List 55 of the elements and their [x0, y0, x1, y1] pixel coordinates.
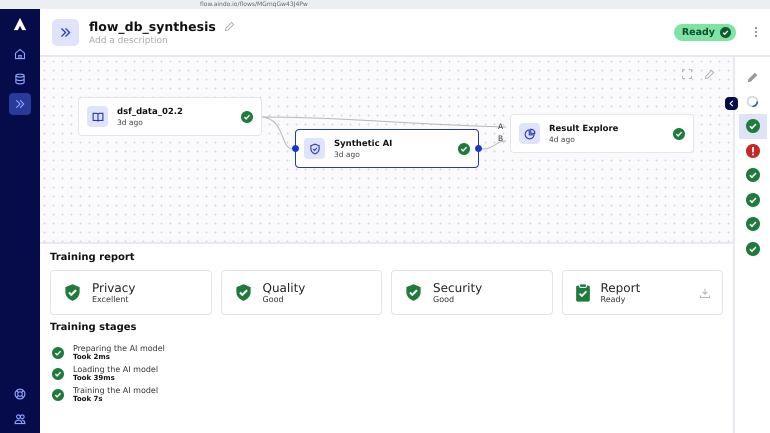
- success-icon: [52, 346, 64, 358]
- sidebar-item[interactable]: [9, 93, 31, 115]
- card-value: Good: [433, 295, 456, 304]
- success-icon: [746, 217, 760, 232]
- card-value: Ready: [600, 295, 626, 304]
- section-title: Training stages: [50, 322, 138, 333]
- more-options-icon[interactable]: [754, 26, 758, 38]
- success-icon: [458, 142, 470, 154]
- app-logo-icon: [13, 17, 27, 31]
- stage-name: Loading the AI model: [73, 365, 160, 374]
- success-icon: [746, 119, 760, 134]
- flow-title: flow_db_synthesis: [89, 18, 216, 34]
- card-title: Privacy: [92, 281, 136, 295]
- shield-check-icon: [308, 142, 320, 154]
- status-badge: Ready: [674, 24, 736, 40]
- node-name: Result Explore: [549, 124, 620, 134]
- node-name: Synthetic AI: [334, 138, 394, 148]
- success-icon: [673, 128, 685, 140]
- shield-check-icon: [234, 283, 252, 302]
- shield-check-icon: [404, 283, 423, 302]
- shield-check-icon: [63, 283, 82, 302]
- database-icon: [14, 73, 26, 85]
- success-icon: [241, 110, 253, 122]
- stage-name: Preparing the AI model: [73, 344, 166, 353]
- success-icon: [52, 368, 64, 380]
- progress-spinner-icon: [746, 95, 759, 108]
- check-icon: [720, 26, 731, 38]
- rail-item[interactable]: [738, 114, 766, 138]
- clipboard-check-icon: [574, 283, 590, 302]
- card-title: Report: [600, 281, 642, 295]
- card-title: Security: [433, 281, 484, 295]
- success-icon: [746, 192, 760, 207]
- double-chevron-icon: [59, 26, 72, 38]
- chevron-left-icon: [728, 100, 735, 107]
- card-title: Quality: [262, 281, 306, 295]
- book-icon: [92, 110, 104, 122]
- double-chevron-icon: [14, 98, 26, 110]
- node-name: dsf_data_02.2: [117, 106, 184, 116]
- success-icon: [52, 388, 64, 400]
- connector-line: [482, 140, 506, 150]
- error-icon: [746, 144, 760, 158]
- home-icon: [14, 48, 26, 60]
- input-port[interactable]: [292, 145, 299, 152]
- success-icon: [746, 168, 760, 182]
- pie-chart-icon: [524, 128, 536, 140]
- stage-name: Training the AI model: [73, 386, 160, 395]
- users-icon: [14, 413, 26, 425]
- section-title: Training report: [50, 252, 136, 263]
- output-port[interactable]: [475, 145, 482, 152]
- collapse-button[interactable]: [725, 97, 738, 110]
- card-value: Good: [262, 295, 285, 304]
- card-value: Excellent: [92, 295, 130, 304]
- success-icon: [746, 242, 760, 256]
- pencil-icon: [746, 70, 759, 84]
- lifebuoy-icon: [14, 388, 26, 400]
